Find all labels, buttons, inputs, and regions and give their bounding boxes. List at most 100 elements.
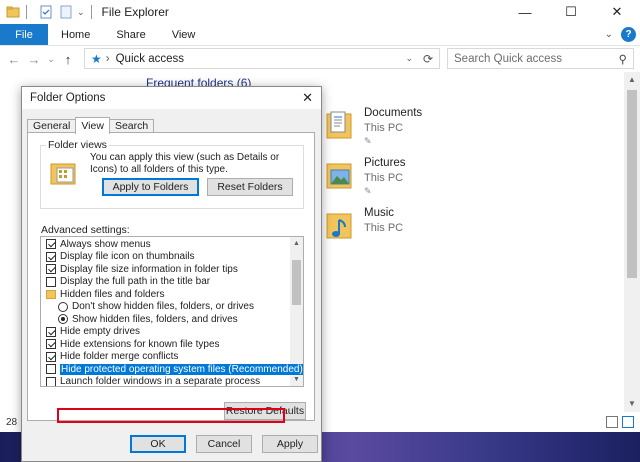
tab-home[interactable]: Home: [48, 24, 103, 45]
folder-icon[interactable]: [6, 5, 20, 19]
advanced-setting-label: Launch folder windows in a separate proc…: [60, 376, 261, 387]
advanced-setting-label: Hidden files and folders: [60, 288, 165, 300]
radio-button[interactable]: [58, 314, 68, 325]
folder-options-dialog: Folder Options ✕ General View Search Fol…: [21, 86, 322, 462]
expand-ribbon-icon[interactable]: ⌄: [605, 29, 613, 40]
scroll-thumb[interactable]: [627, 90, 637, 278]
checkbox[interactable]: [46, 239, 56, 250]
advanced-setting-label: Show hidden files, folders, and drives: [72, 313, 238, 325]
folder-name: Music: [364, 207, 395, 219]
chevron-down-icon[interactable]: ⌄: [405, 53, 413, 64]
back-icon[interactable]: ←: [4, 52, 24, 67]
window-controls: — ☐ ✕: [502, 0, 640, 24]
apply-to-folders-button[interactable]: Apply to Folders: [102, 178, 199, 196]
advanced-setting-row[interactable]: Always show menus: [46, 238, 151, 251]
advanced-setting-row[interactable]: Don't show hidden files, folders, or dri…: [58, 301, 254, 314]
dialog-title: Folder Options: [30, 92, 106, 104]
restore-defaults-button[interactable]: Restore Defaults: [224, 402, 306, 420]
advanced-settings-label: Advanced settings:: [41, 224, 130, 236]
search-input[interactable]: Search Quick access ⚲: [447, 48, 634, 69]
folder-views-legend: Folder views: [46, 139, 109, 151]
tab-general[interactable]: General: [27, 119, 77, 133]
dialog-title-bar: Folder Options ✕: [22, 87, 321, 109]
folder-pictures[interactable]: Pictures This PC ✎: [325, 154, 485, 198]
advanced-settings-list[interactable]: ▲ ▼ Always show menus Display file icon o…: [40, 236, 304, 387]
documents-folder-icon: [326, 111, 352, 139]
advanced-setting-label: Display the full path in the title bar: [60, 276, 211, 288]
apply-button[interactable]: Apply: [262, 435, 318, 453]
recent-locations-icon[interactable]: ⌄: [44, 54, 58, 65]
advanced-setting-row[interactable]: Hidden files and folders: [46, 288, 165, 301]
details-view-icon[interactable]: [606, 416, 618, 428]
advanced-setting-label: Display file icon on thumbnails: [60, 251, 195, 263]
advanced-setting-label: Hide protected operating system files (R…: [60, 363, 303, 375]
checkbox[interactable]: [46, 364, 56, 375]
checkbox[interactable]: [46, 251, 56, 262]
scroll-down-icon[interactable]: ▼: [624, 396, 640, 412]
checkbox[interactable]: [46, 376, 56, 386]
advanced-setting-row[interactable]: Display file size information in folder …: [46, 263, 238, 276]
tab-search[interactable]: Search: [108, 119, 155, 133]
folder-name: Documents: [364, 107, 423, 119]
folder-views-group: Folder views You can apply this view (su…: [40, 139, 304, 209]
forward-icon[interactable]: →: [24, 52, 44, 67]
advanced-setting-row[interactable]: Hide folder merge conflicts: [46, 351, 178, 364]
content-scrollbar[interactable]: ▲ ▼: [624, 72, 640, 412]
checkbox[interactable]: [46, 276, 56, 287]
breadcrumb-separator: ›: [105, 52, 110, 65]
scroll-thumb[interactable]: [292, 260, 301, 305]
tab-share[interactable]: Share: [103, 24, 158, 45]
tab-file[interactable]: File: [0, 24, 48, 45]
folder-name: Pictures: [364, 157, 406, 169]
advanced-setting-row[interactable]: Display file icon on thumbnails: [46, 251, 195, 264]
breadcrumb[interactable]: Quick access: [116, 53, 184, 65]
checkbox[interactable]: [46, 326, 56, 337]
checkbox[interactable]: [46, 351, 56, 362]
search-icon: ⚲: [618, 53, 627, 66]
advanced-setting-row[interactable]: Display the full path in the title bar: [46, 276, 210, 289]
quick-access-dropdown-icon[interactable]: ⌄: [77, 7, 85, 18]
cancel-button[interactable]: Cancel: [196, 435, 252, 453]
advanced-setting-row[interactable]: Launch folder windows in a separate proc…: [46, 376, 261, 387]
radio-button[interactable]: [58, 301, 68, 312]
view-switcher: [606, 416, 634, 428]
refresh-icon[interactable]: ⟳: [423, 52, 433, 66]
tab-view[interactable]: View: [159, 24, 209, 45]
tab-view-options[interactable]: View: [75, 117, 110, 134]
pin-icon: ✎: [364, 186, 372, 196]
reset-folders-button[interactable]: Reset Folders: [207, 178, 293, 196]
advanced-setting-row[interactable]: Hide empty drives: [46, 326, 140, 339]
music-folder-icon: [326, 213, 352, 239]
folder-location: This PC: [364, 222, 404, 234]
advanced-setting-label: Hide empty drives: [60, 326, 141, 338]
ok-button[interactable]: OK: [130, 435, 186, 453]
advanced-setting-row[interactable]: Show hidden files, folders, and drives: [58, 313, 238, 326]
checkbox[interactable]: [46, 339, 56, 350]
properties-icon[interactable]: [39, 5, 53, 19]
title-bar: ⌄ File Explorer — ☐ ✕: [0, 0, 640, 24]
minimize-button[interactable]: —: [502, 0, 548, 24]
new-folder-icon[interactable]: [59, 5, 73, 19]
folder-documents[interactable]: Documents This PC ✎: [325, 104, 485, 148]
advanced-setting-label: Don't show hidden files, folders, or dri…: [72, 301, 254, 313]
folder-music[interactable]: Music This PC: [325, 204, 485, 248]
help-icon[interactable]: ?: [621, 27, 636, 42]
up-icon[interactable]: ↑: [58, 52, 78, 67]
dialog-close-button[interactable]: ✕: [302, 90, 313, 106]
scroll-up-icon[interactable]: ▲: [290, 237, 303, 250]
advanced-setting-label: Display file size information in folder …: [60, 263, 238, 275]
advanced-setting-label: Always show menus: [60, 238, 151, 250]
address-input[interactable]: ★ › Quick access ⌄ ⟳: [84, 48, 440, 69]
large-icons-view-icon[interactable]: [622, 416, 634, 428]
advanced-setting-row[interactable]: Hide protected operating system files (R…: [46, 363, 303, 376]
folder-views-icon: [50, 163, 76, 185]
advanced-setting-row[interactable]: Hide extensions for known file types: [46, 338, 220, 351]
maximize-button[interactable]: ☐: [548, 0, 594, 24]
navigation-pane[interactable]: [0, 72, 22, 412]
ribbon-right: ⌄ ?: [605, 27, 636, 42]
window-title: File Explorer: [101, 5, 169, 19]
scroll-up-icon[interactable]: ▲: [624, 72, 640, 88]
ribbon-tabs: File Home Share View ⌄ ?: [0, 24, 640, 46]
checkbox[interactable]: [46, 264, 56, 275]
close-button[interactable]: ✕: [594, 0, 640, 24]
